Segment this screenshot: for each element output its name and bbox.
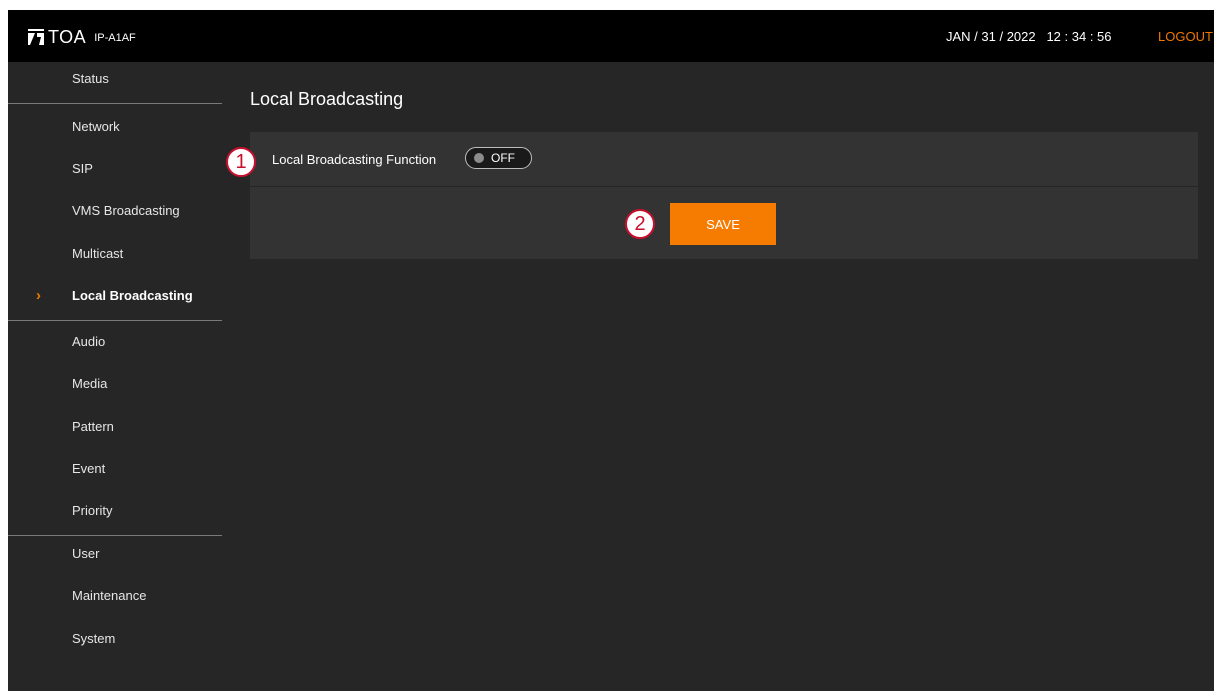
sidebar-item-audio[interactable]: Audio (8, 325, 222, 361)
toa-logo-icon (28, 29, 44, 45)
panel-divider (250, 186, 1198, 187)
sidebar-divider (8, 320, 222, 321)
page-title: Local Broadcasting (250, 89, 404, 109)
toggle-state-label: OFF (491, 151, 515, 165)
sidebar-item-user[interactable]: User (8, 537, 222, 573)
sidebar-divider (8, 103, 222, 104)
model-name: IP-A1AF (94, 32, 136, 44)
sidebar-item-local-broadcasting[interactable]: › Local Broadcasting (8, 279, 222, 315)
sidebar-item-status[interactable]: Status (8, 62, 222, 98)
local-broadcasting-function-label: Local Broadcasting Function (272, 152, 437, 167)
sidebar-item-pattern[interactable]: Pattern (8, 410, 222, 446)
sidebar-item-label: System (72, 631, 116, 646)
sidebar-item-priority[interactable]: Priority (8, 494, 222, 530)
active-chevron-icon: › (36, 287, 41, 304)
sidebar-item-label: Pattern (72, 419, 114, 434)
sidebar-item-label: Local Broadcasting (72, 288, 193, 303)
datetime-display: JAN / 31 / 2022 12 : 34 : 56 (946, 29, 1112, 44)
app-window: TOA IP-A1AF JAN / 31 / 2022 12 : 34 : 56… (8, 10, 1214, 691)
sidebar-item-network[interactable]: Network (8, 110, 222, 146)
brand-name: TOA (48, 26, 87, 47)
sidebar-item-media[interactable]: Media (8, 367, 222, 403)
header-bar: TOA IP-A1AF JAN / 31 / 2022 12 : 34 : 56… (8, 10, 1214, 62)
sidebar-item-label: Network (72, 119, 120, 134)
sidebar-item-maintenance[interactable]: Maintenance (8, 579, 222, 615)
local-broadcasting-toggle[interactable]: OFF (465, 147, 532, 169)
sidebar-item-label: Status (72, 71, 109, 86)
sidebar-item-multicast[interactable]: Multicast (8, 237, 222, 273)
sidebar-item-event[interactable]: Event (8, 452, 222, 488)
sidebar-item-label: VMS Broadcasting (72, 203, 180, 218)
sidebar-item-label: Media (72, 376, 108, 391)
sidebar-item-system[interactable]: System (8, 622, 222, 658)
sidebar-item-vms-broadcasting[interactable]: VMS Broadcasting (8, 194, 222, 230)
logout-link[interactable]: LOGOUT (1158, 29, 1213, 44)
brand-logo: TOA IP-A1AF (28, 27, 136, 47)
sidebar-item-label: Multicast (72, 246, 124, 261)
settings-panel: Local Broadcasting Function OFF SAVE (250, 132, 1198, 259)
sidebar-divider (8, 535, 222, 536)
sidebar-item-label: SIP (72, 161, 93, 176)
sidebar-item-label: Audio (72, 334, 106, 349)
sidebar-item-label: Event (72, 461, 106, 476)
callout-marker-1: 1 (226, 147, 256, 177)
toggle-knob-icon (474, 153, 484, 163)
sidebar-item-label: User (72, 546, 100, 561)
sidebar-item-label: Priority (72, 503, 113, 518)
callout-marker-2: 2 (625, 209, 655, 239)
sidebar-item-label: Maintenance (72, 588, 147, 603)
sidebar-nav: Status Network SIP VMS Broadcasting Mult… (8, 62, 222, 691)
sidebar-item-sip[interactable]: SIP (8, 152, 222, 188)
save-button[interactable]: SAVE (670, 203, 776, 245)
